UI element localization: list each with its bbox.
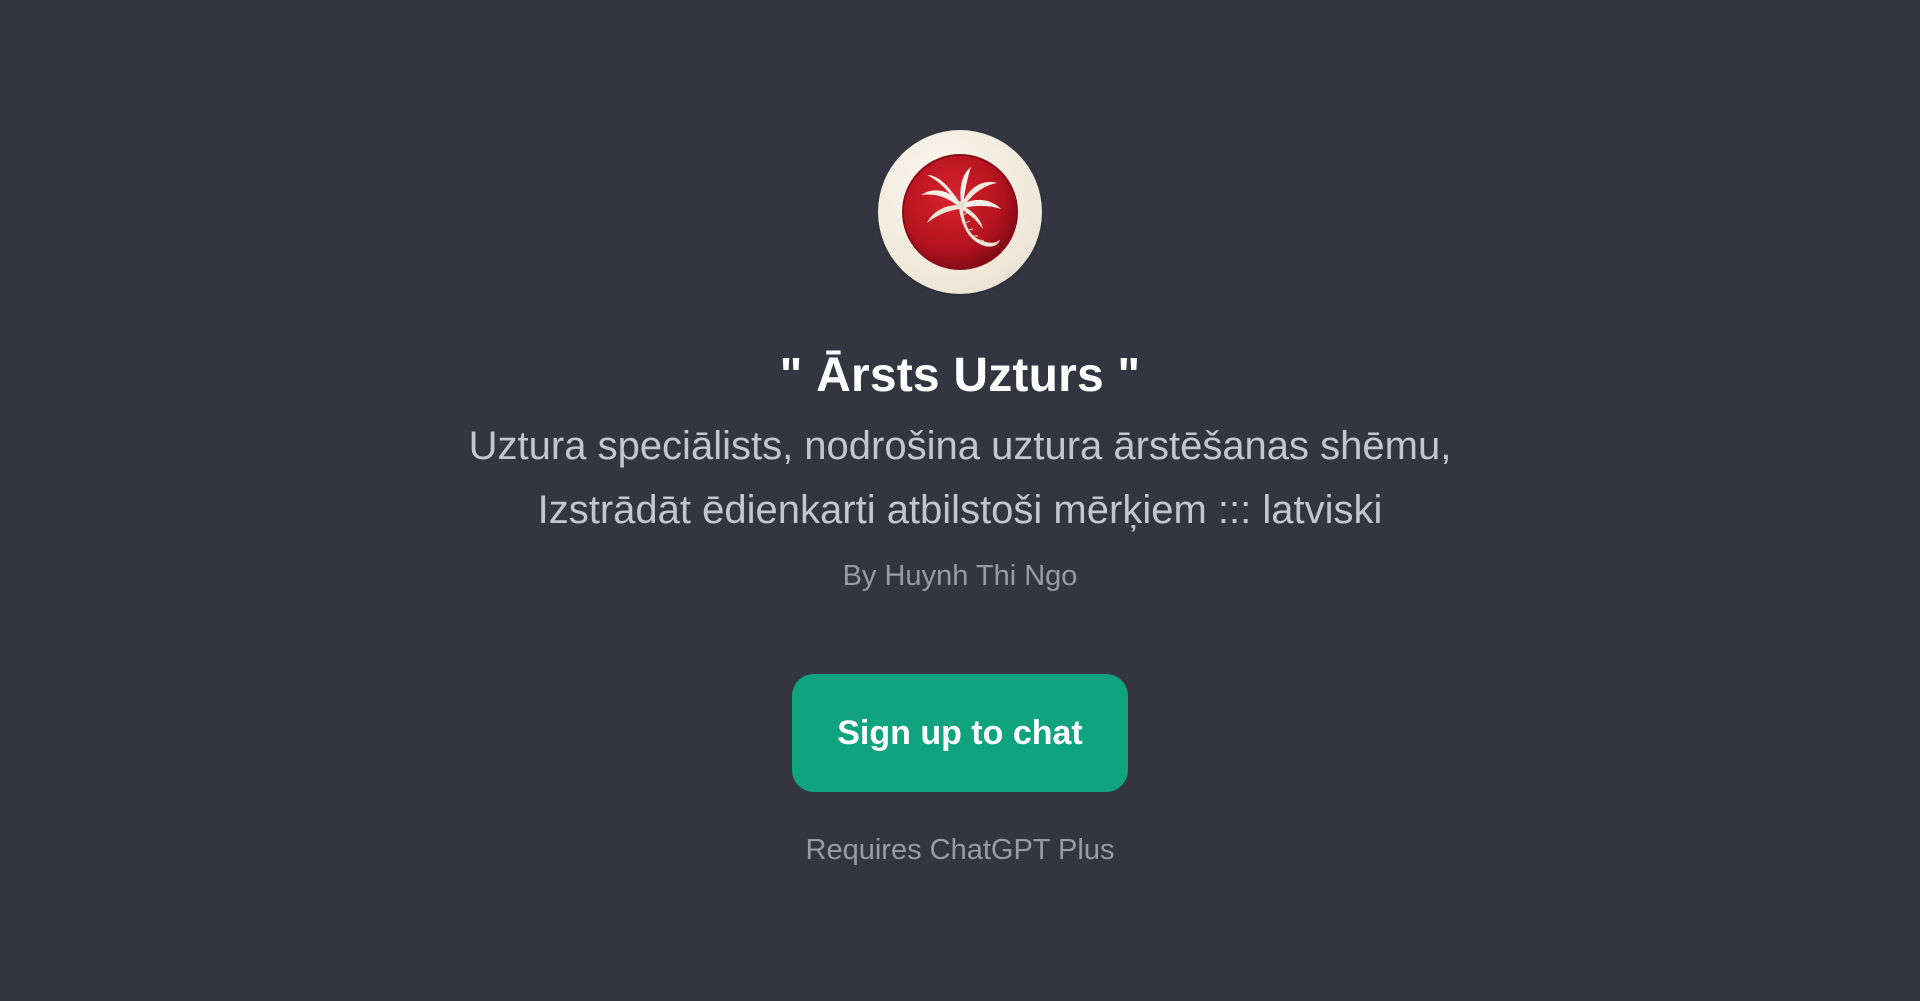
gpt-avatar — [878, 130, 1042, 294]
gpt-description: Uztura speciālists, nodrošina uztura ārs… — [468, 424, 1452, 532]
plus-requirement-note: Requires ChatGPT Plus — [805, 834, 1115, 866]
gpt-title: " Ārsts Uzturs " — [779, 349, 1141, 402]
gpt-landing-page: " Ārsts Uzturs " Uztura speciālists, nod… — [0, 0, 1920, 1001]
sign-up-to-chat-button[interactable]: Sign up to chat — [792, 674, 1128, 792]
gpt-author: By Huynh Thi Ngo — [842, 560, 1078, 592]
palm-tree-icon — [902, 154, 1018, 270]
